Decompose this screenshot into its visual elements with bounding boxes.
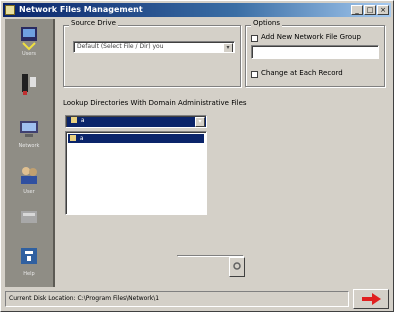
window-title: Network Files Management: [19, 5, 143, 14]
sidebar-item-users[interactable]: Users: [9, 25, 49, 61]
sidebar-item-tools[interactable]: [9, 71, 49, 107]
disk-icon: [21, 211, 37, 223]
chevron-down-icon[interactable]: ▾: [195, 117, 205, 127]
sidebar-item-disk[interactable]: [9, 205, 49, 241]
folder-icon: [70, 135, 76, 141]
change-each-record-checkbox[interactable]: [251, 71, 258, 78]
change-each-record-label: Change at Each Record: [261, 69, 343, 77]
sidebar-item-help[interactable]: Help: [9, 245, 49, 281]
sidebar-item-label: Help: [23, 271, 35, 277]
browse-button[interactable]: [229, 257, 245, 277]
sidebar-item-label: Users: [21, 51, 36, 57]
main-window: Network Files Management _ □ × Users Net…: [0, 0, 394, 312]
help-icon: [21, 248, 37, 264]
close-button[interactable]: ×: [377, 5, 389, 15]
directory-list[interactable]: a: [65, 131, 207, 215]
status-bar: Current Disk Location: C:\Program Files\…: [5, 291, 349, 307]
source-drive-value: Default (Select File / Dir) you: [77, 43, 164, 50]
sidebar-item-label: User: [23, 189, 35, 195]
people-icon: [21, 167, 37, 184]
lookup-directories-label: Lookup Directories With Domain Administr…: [63, 99, 247, 107]
directory-combo[interactable]: a ▾: [65, 115, 207, 128]
group-name-field[interactable]: [251, 45, 379, 59]
arrow-right-icon: [362, 293, 381, 305]
title-bar[interactable]: Network Files Management _ □ ×: [3, 3, 391, 17]
computer-icon: [20, 121, 38, 137]
folder-icon: [71, 117, 77, 123]
sidebar-item-label: Network: [18, 143, 40, 149]
source-groupbox: [63, 25, 241, 87]
sidebar: Users Network User Help: [5, 19, 55, 287]
add-group-label: Add New Network File Group: [261, 33, 361, 41]
maximize-button[interactable]: □: [364, 5, 376, 15]
next-button[interactable]: [353, 289, 389, 309]
list-item[interactable]: a: [68, 134, 204, 143]
sidebar-item-user[interactable]: User: [9, 163, 49, 199]
connect-network-icon: [21, 27, 37, 51]
options-group-label: Options: [251, 19, 283, 27]
main-panel: Source Drive Default (Select File / Dir)…: [57, 19, 389, 287]
tools-icon: [22, 74, 36, 95]
directory-combo-value: a: [80, 117, 85, 124]
separator: [177, 255, 243, 256]
source-group-label: Source Drive: [69, 19, 118, 27]
gear-icon: [233, 262, 241, 270]
list-item-label: a: [79, 135, 84, 142]
add-group-checkbox[interactable]: [251, 35, 258, 42]
sidebar-item-network[interactable]: Network: [9, 117, 49, 153]
chevron-down-icon[interactable]: ▾: [223, 43, 233, 52]
source-drive-combo[interactable]: Default (Select File / Dir) you ▾: [73, 41, 235, 53]
app-icon: [5, 5, 15, 15]
minimize-button[interactable]: _: [351, 5, 363, 15]
